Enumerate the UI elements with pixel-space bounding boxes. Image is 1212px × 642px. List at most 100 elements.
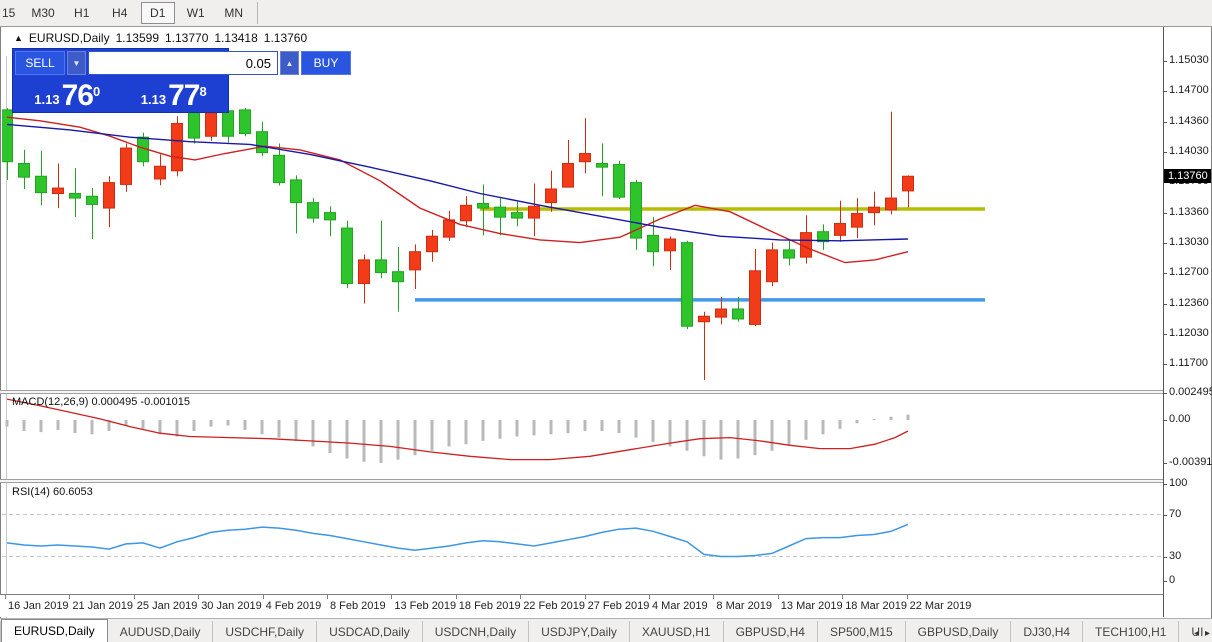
price-tick [1163,273,1167,274]
sell-button[interactable]: SELL [15,51,65,75]
tab-scroll-right-icon[interactable]: ▸ [1205,628,1210,639]
symbol-tab-dj30-h4[interactable]: DJ30,H4 [1011,621,1083,642]
date-tick [585,595,586,599]
macd-values: 0.000495 -0.001015 [91,396,189,408]
date-axis-label: 4 Feb 2019 [266,600,322,612]
date-axis-label: 22 Feb 2019 [523,600,585,612]
tab-scroll-buttons: ◂▸ [1194,628,1210,639]
price-axis-border [1163,27,1164,617]
date-axis-label: 27 Feb 2019 [588,600,650,612]
price-tick [1163,152,1167,153]
buy-price-display[interactable]: 1.13 77 8 [122,77,227,112]
date-tick [456,595,457,599]
macd-splitter[interactable] [0,390,1163,394]
timeframe-button-m30[interactable]: M30 [25,2,60,24]
timeframe-button-15[interactable]: 15 [0,2,21,24]
date-tick [713,595,714,599]
price-axis-label: 1.12700 [1169,266,1209,278]
rsi-axis-label: 30 [1169,550,1181,562]
chart-ohlc-title: ▲ EURUSD,Daily 1.13599 1.13770 1.13418 1… [14,31,307,45]
current-price-tag: 1.13760 [1164,169,1211,183]
sell-price-display[interactable]: 1.13 76 0 [15,77,120,112]
date-tick [842,595,843,599]
ohlc-low: 1.13418 [214,31,257,45]
symbol-tab-gbpusd-daily[interactable]: GBPUSD,Daily [906,621,1012,642]
price-axis-label: 1.15030 [1169,54,1209,66]
price-tick [1163,122,1167,123]
volume-up-icon[interactable]: ▲ [280,51,299,75]
timeframe-button-d1[interactable]: D1 [141,2,175,24]
timeframe-buttons: 15M30H1H4D1W1MN [0,2,253,24]
symbol-tab-usdcnh-daily[interactable]: USDCNH,Daily [423,621,529,642]
timeframe-toolbar: 15M30H1H4D1W1MN [0,0,1212,27]
macd-tick [1163,463,1167,464]
symbol-tab-audusd-daily[interactable]: AUDUSD,Daily [108,621,214,642]
symbol-tab-usdcad-daily[interactable]: USDCAD,Daily [317,621,423,642]
macd-axis-label: 0.002495 [1169,386,1212,398]
macd-label: MACD(12,26,9) 0.000495 -0.001015 [12,396,190,408]
price-axis-label: 1.13030 [1169,236,1209,248]
price-axis-label: 1.13360 [1169,206,1209,218]
one-click-trade-panel: SELL ▼ ▲ BUY 1.13 76 0 1.13 77 8 [12,48,229,113]
date-axis-label: 25 Jan 2019 [137,600,198,612]
price-tick [1163,91,1167,92]
date-tick [649,595,650,599]
rsi-label: RSI(14) 60.6053 [12,486,93,498]
symbol-tab-gbpusd-h4[interactable]: GBPUSD,H4 [724,621,818,642]
rsi-axis-label: 100 [1169,477,1187,489]
volume-input[interactable] [88,51,278,75]
symbol-tab-sp500-m15[interactable]: SP500,M15 [818,621,906,642]
macd-axis-label: 0.00 [1169,413,1190,425]
window-inner-edge [6,56,7,642]
date-axis-label: 21 Jan 2019 [72,600,133,612]
timeframe-button-mn[interactable]: MN [217,2,251,24]
macd-name: MACD(12,26,9) [12,396,88,408]
date-axis-label: 13 Mar 2019 [781,600,843,612]
date-axis-label: 18 Mar 2019 [845,600,907,612]
timeframe-button-h1[interactable]: H1 [65,2,99,24]
date-axis: 16 Jan 201921 Jan 2019 25 Jan 201930 Jan … [0,594,1163,617]
rsi-tick [1163,557,1167,558]
volume-down-icon[interactable]: ▼ [67,51,86,75]
symbol-tab-tech100-h1[interactable]: TECH100,H1 [1083,621,1179,642]
symbol-tab-usdchf-daily[interactable]: USDCHF,Daily [213,621,317,642]
date-tick [778,595,779,599]
date-axis-label: 8 Feb 2019 [330,600,386,612]
date-tick [5,595,6,599]
price-tick [1163,364,1167,365]
sell-price-prefix: 1.13 [34,90,59,110]
price-tick [1163,213,1167,214]
rsi-splitter[interactable] [0,479,1163,483]
tab-scroll-left-icon[interactable]: ◂ [1194,628,1199,639]
timeframe-button-h4[interactable]: H4 [103,2,137,24]
rsi-tick [1163,581,1167,582]
macd-tick [1163,420,1167,421]
buy-button[interactable]: BUY [301,51,351,75]
rsi-tick [1163,484,1167,485]
price-tick [1163,334,1167,335]
price-tick [1163,304,1167,305]
chart-symbol-label: EURUSD,Daily [29,31,110,45]
timeframe-button-w1[interactable]: W1 [179,2,213,24]
date-tick [134,595,135,599]
symbol-tab-eurusd-daily[interactable]: EURUSD,Daily [1,619,108,642]
price-axis-label: 1.12360 [1169,297,1209,309]
collapse-panel-icon[interactable]: ▲ [14,33,23,43]
date-axis-label: 30 Jan 2019 [201,600,262,612]
macd-axis-label: -0.003919 [1169,456,1212,468]
sell-price-big: 76 [62,82,93,110]
date-tick [263,595,264,599]
chart-window[interactable] [0,27,1212,618]
date-axis-label: 16 Jan 2019 [8,600,69,612]
price-axis-label: 1.14360 [1169,115,1209,127]
symbol-tab-usdjpy-daily[interactable]: USDJPY,Daily [529,621,630,642]
symbol-tab-bar: EURUSD,DailyAUDUSD,DailyUSDCHF,DailyUSDC… [0,618,1212,642]
rsi-axis-label: 0 [1169,574,1175,586]
price-axis-label: 1.11700 [1169,357,1208,369]
date-tick [198,595,199,599]
symbol-tab-xauusd-h1[interactable]: XAUUSD,H1 [630,621,724,642]
buy-price-sup: 8 [199,77,206,107]
date-tick [69,595,70,599]
date-axis-label: 8 Mar 2019 [716,600,772,612]
date-tick [327,595,328,599]
